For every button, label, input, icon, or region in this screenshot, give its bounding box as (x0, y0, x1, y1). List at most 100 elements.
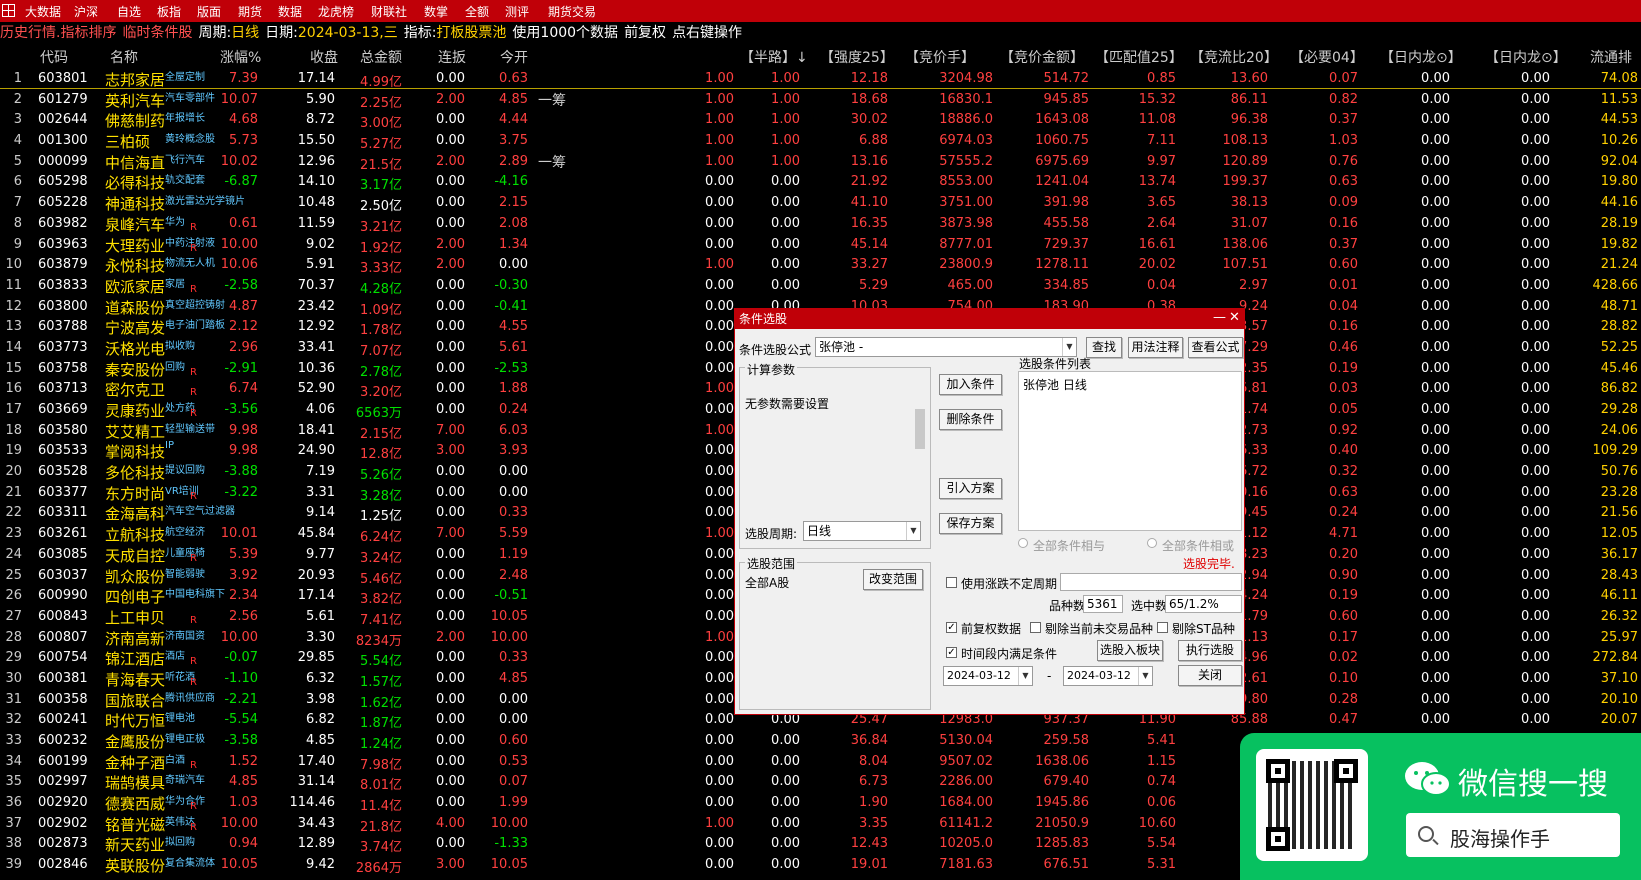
time-range-checkbox[interactable]: ✓ (946, 647, 957, 658)
column-header-12[interactable]: 【竞流比20】 (1190, 47, 1278, 67)
column-header-9[interactable]: 【竞价手】 (905, 47, 975, 67)
auction-volume: 8777.01 (939, 236, 993, 252)
minimize-icon[interactable]: — (1213, 310, 1226, 325)
table-row[interactable]: 1 603801 志邦家居 全屋定制 7.39 17.14 4.99亿 0.00 0.63 1.0… (0, 68, 1641, 90)
column-header-7[interactable]: 【半路】↓ (740, 47, 808, 67)
delete-condition-button[interactable]: 删除条件 (939, 409, 1002, 430)
row-index: 33 (5, 733, 22, 748)
change-range-button[interactable]: 改变范围 (863, 569, 923, 590)
table-row[interactable]: 11 603833 欧派家居 家居 R -2.58 70.37 4.28亿 0.00 -0.30 0… (0, 275, 1641, 297)
intraday-dragon-a: 0.00 (1421, 91, 1450, 107)
add-condition-button[interactable]: 加入条件 (939, 374, 1002, 395)
and-radio[interactable] (1018, 538, 1028, 548)
auction-volume: 3873.98 (939, 215, 993, 231)
half-way-a: 1.00 (705, 815, 734, 831)
promo-search-box[interactable]: 股海操作手 (1406, 813, 1620, 857)
close-icon[interactable]: ✕ (1229, 310, 1240, 325)
date-to-picker[interactable]: 2024-03-12 ▼ (1063, 666, 1153, 686)
import-scheme-button[interactable]: 引入方案 (939, 478, 1002, 499)
exclude-untraded-checkbox[interactable] (1030, 622, 1041, 633)
view-formula-button[interactable]: 查看公式 (1188, 337, 1243, 358)
menu-item-1[interactable]: 沪深 (74, 3, 98, 20)
column-header-11[interactable]: 【匹配值25】 (1095, 47, 1183, 67)
irregular-period-field[interactable] (1060, 573, 1242, 591)
column-header-14[interactable]: 【日内龙⊙】 (1380, 47, 1462, 67)
change-pct: 5.39 (229, 546, 258, 562)
table-row[interactable]: 5 000099 中信海直 飞行汽车 10.02 12.96 21.5亿 2.00 2.89 一筹… (0, 151, 1641, 173)
column-header-0[interactable]: 代码 (40, 47, 68, 67)
board-count: 0.00 (436, 753, 465, 769)
column-header-16[interactable]: 流通排 (1590, 47, 1632, 67)
menu-item-11[interactable]: 测评 (505, 3, 529, 20)
table-row[interactable]: 10 603879 永悦科技 物流无人机 10.06 5.91 3.33亿 2.00 0.00 1… (0, 254, 1641, 276)
auction-volume: 5130.04 (939, 733, 993, 748)
column-header-6[interactable]: 今开 (500, 47, 528, 67)
adj-data-checkbox[interactable]: ✓ (946, 622, 957, 633)
irregular-period-checkbox[interactable] (946, 577, 957, 588)
params-scrollbar[interactable] (913, 389, 927, 507)
column-header-15[interactable]: 【日内龙⊙】 (1485, 47, 1567, 67)
auction-flow-ratio: 13.60 (1230, 71, 1268, 86)
select-period-combo[interactable]: 日线 ▼ (803, 521, 921, 541)
column-header-3[interactable]: 收盘 (310, 47, 338, 67)
row-index: 2 (13, 91, 22, 107)
float-rank: 12.05 (1600, 526, 1638, 542)
board-count: 0.00 (436, 319, 465, 335)
menu-item-2[interactable]: 自选 (117, 3, 141, 20)
menu-item-6[interactable]: 数据 (278, 3, 302, 20)
column-header-2[interactable]: 涨幅% (220, 47, 261, 67)
chevron-down-icon[interactable]: ▼ (1138, 667, 1152, 685)
condition-list-item[interactable]: 张停池 日线 (1023, 376, 1087, 393)
save-scheme-button[interactable]: 保存方案 (939, 513, 1002, 534)
column-header-1[interactable]: 名称 (110, 47, 138, 67)
match-value: 10.60 (1138, 815, 1176, 831)
float-rank: 109.29 (1592, 443, 1639, 459)
stock-name: 凯众股份 (105, 567, 166, 586)
board-count: 0.00 (436, 174, 465, 190)
condition-list[interactable]: 张停池 日线 (1018, 371, 1242, 531)
table-row[interactable]: 3 002644 佛慈制药 年报增长 4.68 8.72 3.00亿 0.00 4.44 1.00… (0, 109, 1641, 131)
table-row[interactable]: 4 001300 三柏硕 黄玲概念股 5.73 15.50 5.27亿 0.00 3.75 1.0… (0, 130, 1641, 152)
menu-item-10[interactable]: 全额 (465, 3, 489, 20)
scroll-thumb[interactable] (915, 409, 925, 449)
close-price: 4.06 (306, 402, 335, 417)
menu-item-12[interactable]: 期货交易 (548, 3, 596, 20)
column-header-8[interactable]: 【强度25】 (820, 47, 894, 67)
close-button[interactable]: 关闭 (1178, 665, 1242, 686)
exclude-st-checkbox[interactable] (1157, 622, 1168, 633)
menu-item-4[interactable]: 版面 (197, 3, 221, 20)
column-header-10[interactable]: 【竞价金额】 (1000, 47, 1084, 67)
intraday-dragon-a: 0.00 (1421, 215, 1450, 231)
usage-button[interactable]: 用法注释 (1128, 337, 1183, 358)
column-header-4[interactable]: 总金额 (360, 47, 402, 67)
table-row[interactable]: 8 603982 泉峰汽车 华为 R 0.61 11.59 3.21亿 0.00 2.08 0.00… (0, 213, 1641, 235)
table-row[interactable]: 6 605298 必得科技 轨交配套 -6.87 14.10 3.17亿 0.00 -4.16 0… (0, 171, 1641, 193)
date-from-picker[interactable]: 2024-03-12 ▼ (943, 666, 1033, 686)
find-button[interactable]: 查找 (1086, 337, 1122, 358)
table-row[interactable]: 9 603963 大理药业 中药注射液 R 10.00 9.02 1.92亿 2.00 1.34 0… (0, 234, 1641, 256)
intraday-dragon-b: 0.00 (1521, 339, 1550, 355)
open-pct: 0.53 (499, 753, 528, 769)
table-row[interactable]: 7 605228 神通科技 激光雷达光学镜片 10.48 2.50亿 0.00 2.15 0.0… (0, 192, 1641, 214)
chevron-down-icon[interactable]: ▼ (1062, 338, 1076, 356)
menu-item-8[interactable]: 财联社 (371, 3, 407, 20)
column-header-5[interactable]: 连扳 (438, 47, 466, 67)
menu-item-5[interactable]: 期货 (238, 3, 262, 20)
intraday-dragon-a: 0.00 (1421, 174, 1450, 190)
row-index: 34 (5, 753, 22, 769)
or-radio[interactable] (1147, 538, 1157, 548)
to-block-button[interactable]: 选股入板块 (1097, 640, 1163, 661)
menu-item-9[interactable]: 数掌 (424, 3, 448, 20)
formula-select[interactable]: 张停池 - ▼ (815, 337, 1077, 357)
table-row[interactable]: 2 601279 英利汽车 汽车零部件 10.07 5.90 2.25亿 2.00 4.85 一筹… (0, 89, 1641, 111)
menu-item-7[interactable]: 龙虎榜 (318, 3, 354, 20)
chevron-down-icon[interactable]: ▼ (1018, 667, 1032, 685)
match-value: 11.08 (1138, 112, 1176, 128)
history-label[interactable]: 历史行情.指标排序 (0, 25, 116, 41)
run-selection-button[interactable]: 执行选股 (1178, 640, 1242, 661)
menu-item-0[interactable]: 大数据 (25, 3, 61, 20)
column-header-13[interactable]: 【必要04】 (1290, 47, 1364, 67)
chevron-down-icon[interactable]: ▼ (906, 522, 920, 540)
menu-item-3[interactable]: 板指 (157, 3, 181, 20)
app-menu-icon[interactable] (2, 4, 15, 17)
